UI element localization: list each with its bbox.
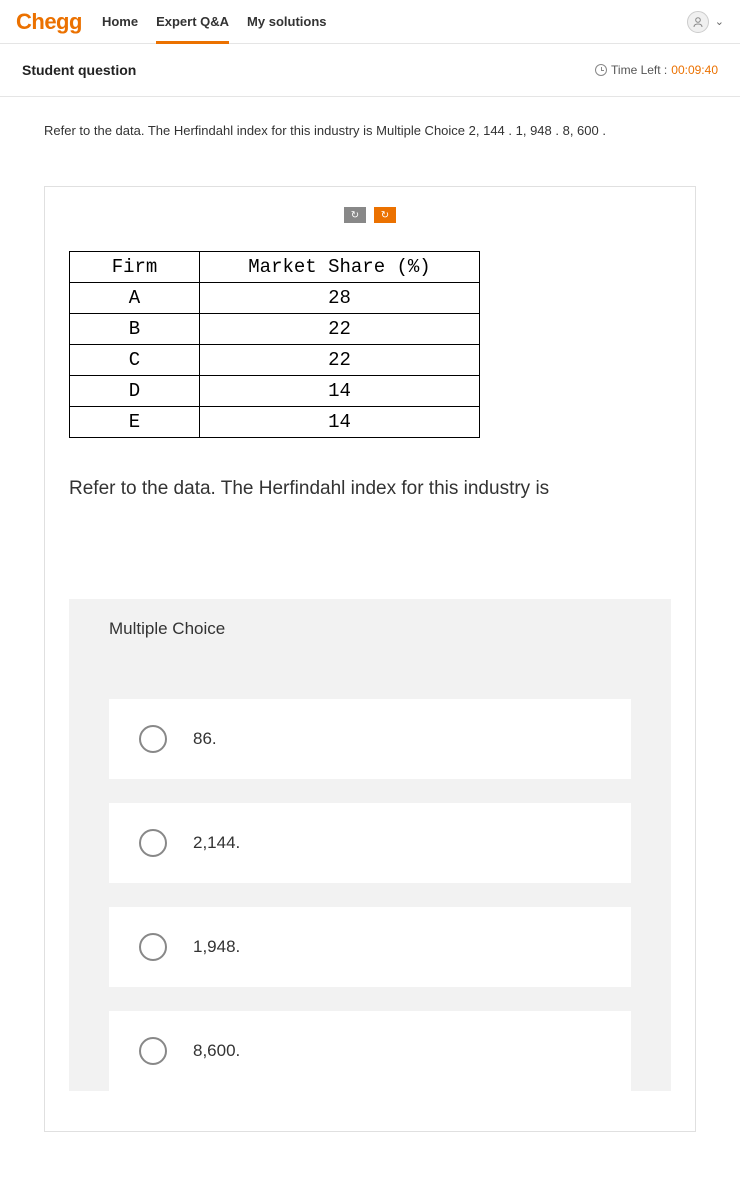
cell-firm: A bbox=[70, 283, 200, 314]
option-label: 1,948. bbox=[193, 937, 240, 957]
image-toolbar: ↻ ↻ bbox=[69, 207, 671, 223]
radio-icon bbox=[139, 1037, 167, 1065]
question-header: Student question Time Left : 00:09:40 bbox=[0, 44, 740, 97]
mc-header: Multiple Choice bbox=[69, 599, 671, 659]
radio-icon bbox=[139, 933, 167, 961]
cell-share: 14 bbox=[200, 376, 480, 407]
table-row: B 22 bbox=[70, 314, 480, 345]
header: Chegg Home Expert Q&A My solutions ⌄ bbox=[0, 0, 740, 44]
option-label: 86. bbox=[193, 729, 217, 749]
option-label: 2,144. bbox=[193, 833, 240, 853]
table-row: A 28 bbox=[70, 283, 480, 314]
mc-option-0[interactable]: 86. bbox=[109, 699, 631, 779]
cell-share: 14 bbox=[200, 407, 480, 438]
mc-option-3[interactable]: 8,600. bbox=[109, 1011, 631, 1091]
cell-firm: C bbox=[70, 345, 200, 376]
logo[interactable]: Chegg bbox=[16, 9, 82, 35]
nav-my-solutions[interactable]: My solutions bbox=[247, 8, 326, 35]
cell-firm: D bbox=[70, 376, 200, 407]
question-title: Student question bbox=[22, 62, 136, 78]
radio-icon bbox=[139, 725, 167, 753]
question-body: Refer to the data. The Herfindahl index … bbox=[0, 97, 740, 1158]
mc-option-2[interactable]: 1,948. bbox=[109, 907, 631, 987]
rotate-icon[interactable]: ↻ bbox=[344, 207, 366, 223]
nav-home[interactable]: Home bbox=[102, 8, 138, 35]
clock-icon bbox=[595, 64, 607, 76]
cell-firm: B bbox=[70, 314, 200, 345]
time-left: Time Left : 00:09:40 bbox=[595, 63, 718, 77]
question-image-display: ↻ ↻ Firm Market Share (%) A 28 B 22 bbox=[44, 186, 696, 1132]
user-avatar-icon[interactable] bbox=[687, 11, 709, 33]
mc-option-1[interactable]: 2,144. bbox=[109, 803, 631, 883]
table-row: C 22 bbox=[70, 345, 480, 376]
option-label: 8,600. bbox=[193, 1041, 240, 1061]
cell-share: 28 bbox=[200, 283, 480, 314]
mc-section: Multiple Choice 86. 2,144. 1,948. 8,600. bbox=[69, 599, 671, 1091]
question-text: Refer to the data. The Herfindahl index … bbox=[44, 123, 696, 138]
table-header-share: Market Share (%) bbox=[200, 252, 480, 283]
radio-icon bbox=[139, 829, 167, 857]
chevron-down-icon[interactable]: ⌄ bbox=[715, 15, 724, 28]
refresh-icon[interactable]: ↻ bbox=[374, 207, 396, 223]
nav-expert-qa[interactable]: Expert Q&A bbox=[156, 8, 229, 35]
header-right: ⌄ bbox=[687, 11, 724, 33]
time-left-value: 00:09:40 bbox=[671, 63, 718, 77]
cell-share: 22 bbox=[200, 345, 480, 376]
table-row: E 14 bbox=[70, 407, 480, 438]
table-header-firm: Firm bbox=[70, 252, 200, 283]
market-share-table: Firm Market Share (%) A 28 B 22 C 22 bbox=[69, 251, 480, 438]
nav: Home Expert Q&A My solutions bbox=[102, 8, 327, 35]
table-row: D 14 bbox=[70, 376, 480, 407]
time-left-label: Time Left : bbox=[611, 63, 667, 77]
cell-share: 22 bbox=[200, 314, 480, 345]
mc-options: 86. 2,144. 1,948. 8,600. bbox=[69, 659, 671, 1091]
cell-firm: E bbox=[70, 407, 200, 438]
header-left: Chegg Home Expert Q&A My solutions bbox=[16, 8, 327, 35]
question-image-text: Refer to the data. The Herfindahl index … bbox=[69, 476, 671, 503]
